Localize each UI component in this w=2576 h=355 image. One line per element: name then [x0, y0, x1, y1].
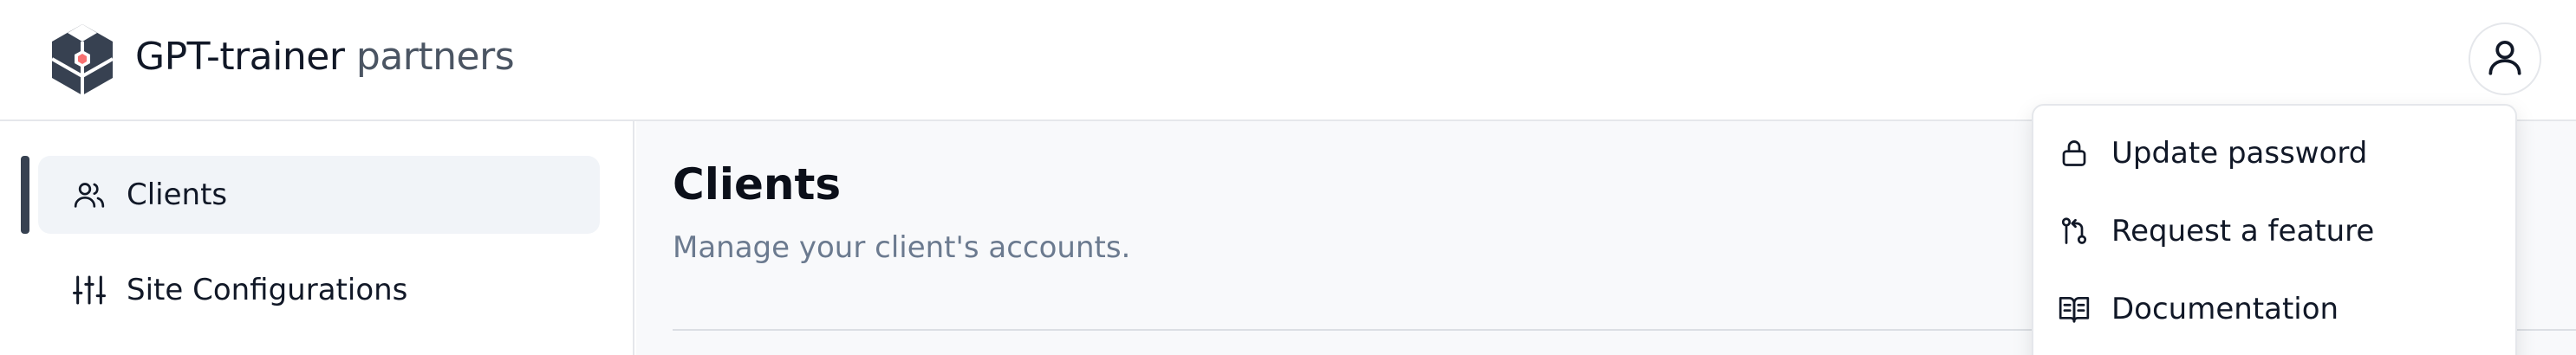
sidebar-item-site-configurations[interactable]: Site Configurations: [38, 251, 600, 329]
git-pull-request-icon: [2058, 215, 2091, 248]
brand-main: GPT-trainer: [135, 35, 345, 79]
sidebar-item-clients[interactable]: Clients: [38, 156, 600, 234]
menu-item-request-feature[interactable]: Request a feature: [2058, 201, 2500, 261]
user-icon: [2483, 36, 2527, 82]
sidebar-item-label: Site Configurations: [127, 273, 408, 307]
page-title: Clients: [673, 159, 842, 210]
menu-item-update-password[interactable]: Update password: [2058, 123, 2500, 184]
menu-item-documentation[interactable]: Documentation: [2058, 279, 2500, 339]
user-dropdown-menu: Update password Request a feature Docume…: [2032, 104, 2517, 355]
menu-item-label: Documentation: [2111, 292, 2339, 326]
page-subtitle: Manage your client's accounts.: [673, 230, 1131, 265]
user-menu-button[interactable]: [2469, 23, 2541, 95]
sidebar: Clients Site Configurations: [0, 121, 634, 355]
users-icon: [71, 177, 107, 213]
sidebar-item-label: Clients: [127, 178, 228, 212]
hexagon-logo-icon[interactable]: [43, 21, 121, 99]
top-header: GPT-trainer partners: [0, 0, 2576, 121]
lock-icon: [2058, 137, 2091, 170]
sliders-icon: [71, 272, 107, 308]
menu-item-label: Update password: [2111, 136, 2368, 171]
menu-item-label: Request a feature: [2111, 214, 2375, 248]
active-indicator: [21, 156, 29, 234]
brand-suffix: partners: [344, 35, 515, 79]
brand-name[interactable]: GPT-trainer partners: [135, 33, 515, 81]
book-open-icon: [2058, 293, 2091, 326]
